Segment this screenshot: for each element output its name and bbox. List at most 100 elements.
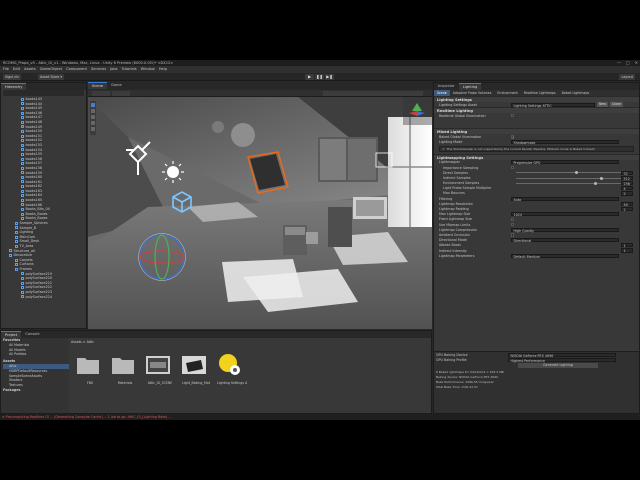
lightmapping-row-label: Indirect Intensity xyxy=(439,248,467,253)
scene-render xyxy=(88,97,432,329)
slider-handle[interactable] xyxy=(593,181,597,185)
lighting-settings-asset-field[interactable]: Lighting Settings ATTIC xyxy=(511,102,595,108)
tab-game[interactable]: Game xyxy=(107,82,126,89)
lightmapping-number-field[interactable]: 512 xyxy=(621,175,633,181)
gameobject-icon xyxy=(21,295,24,299)
scene-toolbar xyxy=(88,90,432,97)
realtime-gi-checkbox[interactable] xyxy=(511,114,515,118)
lightmapping-number-field[interactable]: 256 xyxy=(621,181,633,186)
scene-viewport[interactable] xyxy=(88,97,432,329)
asset-label: Lighting Settings ATTIC xyxy=(217,381,247,385)
lightmapping-checkbox[interactable] xyxy=(511,222,515,227)
clone-button[interactable]: Clone xyxy=(609,102,623,107)
gpu-profile-dropdown[interactable]: Highest Performance xyxy=(508,357,616,363)
tab-lighting[interactable]: Lighting xyxy=(458,83,482,90)
menu-edit[interactable]: Edit xyxy=(13,66,20,73)
menu-window[interactable]: Window xyxy=(141,66,155,73)
lightmapping-slider[interactable] xyxy=(516,177,626,179)
lightmapping-checkbox[interactable] xyxy=(511,165,515,170)
scene-view-options[interactable] xyxy=(323,91,423,96)
lightmapping-number-field[interactable]: 1 xyxy=(621,248,633,253)
lightmapping-dropdown[interactable]: Progressive GPU xyxy=(511,160,619,165)
menu-services[interactable]: Services xyxy=(91,66,106,73)
lightmapping-number-field[interactable]: 40 xyxy=(621,201,633,207)
pause-icon[interactable]: ❚❚ xyxy=(315,74,324,80)
subtab-environment[interactable]: Environment xyxy=(494,90,520,96)
lightmapping-checkbox[interactable] xyxy=(511,217,515,222)
slider-handle[interactable] xyxy=(575,171,578,175)
lighting-mode-dropdown[interactable]: Shadowmask xyxy=(511,140,619,145)
lightmapping-number-field[interactable]: 32 xyxy=(621,170,633,176)
menu-file[interactable]: File xyxy=(3,66,9,73)
baked-gi-checkbox[interactable]: ✓ xyxy=(511,135,515,139)
asset-store-button[interactable]: Asset Store ▾ xyxy=(38,74,65,80)
lighting-settings-asset-row: Lighting Settings Asset Lighting Setting… xyxy=(434,102,639,108)
tab-scene[interactable]: Scene xyxy=(88,82,107,89)
lightmapping-dropdown[interactable]: 1024 xyxy=(511,212,619,217)
gameobject-icon xyxy=(21,208,24,212)
lightmapping-row-label: Lightmap Parameters xyxy=(439,253,475,258)
generate-lighting-button[interactable]: Generate Lighting xyxy=(518,363,598,369)
menu-component[interactable]: Component xyxy=(66,66,87,73)
gameobject-icon xyxy=(15,231,18,235)
asset-item-scene[interactable]: Attic_GI_SCENE xyxy=(145,352,175,385)
menu-assets[interactable]: Assets xyxy=(24,66,36,73)
account-button[interactable]: Signi.dn xyxy=(3,74,21,80)
tab-hierarchy[interactable]: Hierarchy xyxy=(1,83,27,90)
gameobject-icon xyxy=(21,286,24,290)
gameobject-icon xyxy=(21,198,24,202)
asset-item-fbx[interactable]: FBX xyxy=(75,352,105,385)
packages-header[interactable]: Packages xyxy=(3,388,69,393)
new-button[interactable]: New xyxy=(597,102,608,107)
asset-item-lighting-settings[interactable]: Lighting Settings ATTIC xyxy=(217,352,247,385)
global-dropdown[interactable] xyxy=(112,91,130,96)
gameobject-icon xyxy=(21,157,24,161)
pivot-dropdown[interactable] xyxy=(92,91,110,96)
lightmapping-slider[interactable] xyxy=(516,172,626,174)
gameobject-icon xyxy=(21,139,24,143)
bake-stats: 0 Baked lightmaps for 0/0x4/0x4 = 163.2 … xyxy=(434,370,639,390)
gameobject-icon xyxy=(9,249,12,253)
gpu-device-dropdown[interactable]: NVIDIA GeForce RTX 4090 xyxy=(508,352,616,358)
lightmapping-dropdown[interactable]: Auto xyxy=(511,196,619,202)
warning-icon: ⚠ xyxy=(442,146,445,151)
project-breadcrumb[interactable]: Assets > Attic xyxy=(71,340,94,344)
lightmapping-checkbox[interactable] xyxy=(511,233,515,237)
menu-gameobject[interactable]: GameObject xyxy=(40,66,62,73)
realtime-gi-label: Realtime Global Illumination xyxy=(439,113,486,118)
lightmapping-row-label: Lightmap Padding xyxy=(439,207,469,212)
slider-handle[interactable] xyxy=(600,176,604,180)
lightmapping-row-label: Indirect Samples xyxy=(443,175,471,180)
menu-jobs[interactable]: Jobs xyxy=(110,66,117,73)
menu-help[interactable]: Help xyxy=(159,66,167,73)
lightmapping-row-label: Environment Samples xyxy=(443,181,480,186)
favorite-item[interactable]: All Prefabs xyxy=(3,352,69,357)
lightmapping-dropdown[interactable]: Directional xyxy=(511,238,619,243)
subtab-apv[interactable]: Adaptive Probe Volumes xyxy=(450,90,495,96)
subtab-realtime-lightmaps[interactable]: Realtime Lightmaps xyxy=(521,90,559,96)
tab-console[interactable]: Console xyxy=(21,331,43,338)
gameobject-icon xyxy=(21,106,24,110)
lightmapping-number-field[interactable]: 1 xyxy=(621,243,633,248)
status-bar[interactable]: ⊘ Precomputing Realtime GI ... [Generati… xyxy=(0,414,640,420)
play-icon[interactable]: ▶ xyxy=(305,74,314,80)
lightmapping-number-field[interactable]: 4 xyxy=(621,186,633,191)
asset-item-mesh[interactable]: Light_Baking_Mat xyxy=(181,352,211,385)
project-panel: Project Console Favorites All Materials … xyxy=(0,330,432,414)
lightmapping-dropdown[interactable]: High Quality xyxy=(511,227,619,233)
lightmapping-dropdown[interactable]: Default-Medium xyxy=(511,253,619,259)
lightmapping-number-field[interactable]: 2 xyxy=(621,206,633,212)
subtab-baked-lightmaps[interactable]: Baked Lightmaps xyxy=(559,90,593,96)
lightmapping-number-field[interactable]: 2 xyxy=(621,191,633,196)
hierarchy-item[interactable]: polySurface224 xyxy=(1,295,86,300)
menu-tutorials[interactable]: Tutorials xyxy=(122,66,137,73)
tab-inspector[interactable]: Inspector xyxy=(434,83,459,90)
hierarchy-tree[interactable]: books143 books144 books145 books146 books147… xyxy=(1,97,86,328)
bake-stat-line: Total Bake Time: 0:00:22.51 xyxy=(436,385,478,390)
asset-item-materials[interactable]: Materials xyxy=(110,352,140,385)
layout-dropdown[interactable]: Layout xyxy=(619,74,635,80)
lightmapping-slider[interactable] xyxy=(516,182,626,184)
step-icon[interactable]: ▶❚ xyxy=(325,74,334,80)
tab-project[interactable]: Project xyxy=(1,331,22,338)
subtab-scene[interactable]: Scene xyxy=(434,90,450,96)
